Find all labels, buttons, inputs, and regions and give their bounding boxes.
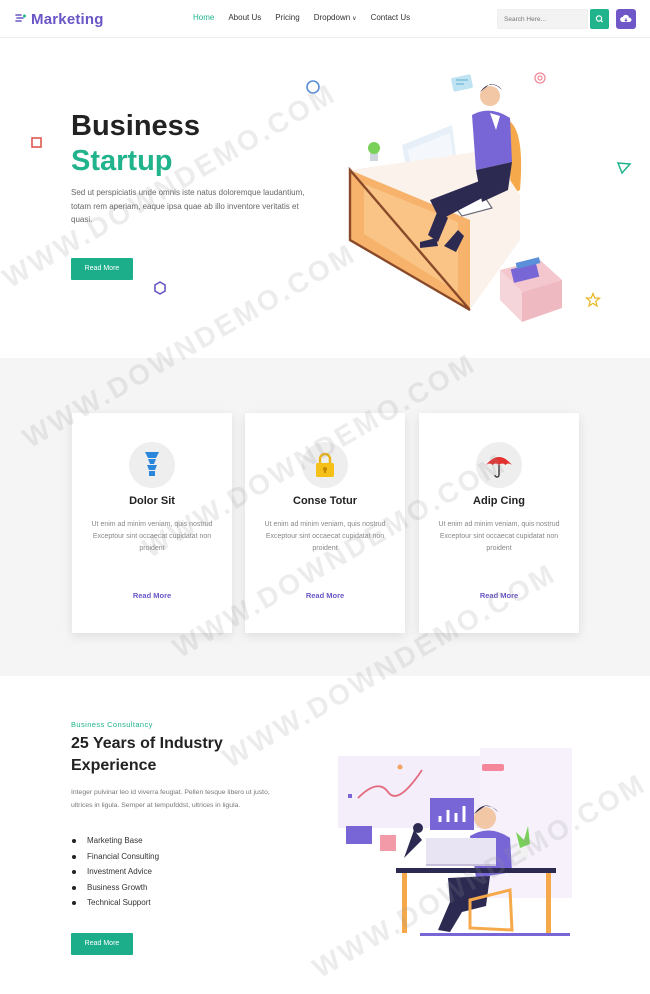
hero-title-line1: Business xyxy=(71,110,200,142)
feature-read-more-link[interactable]: Read More xyxy=(419,591,579,600)
hexagon-shape-icon xyxy=(154,281,166,295)
list-item: Marketing Base xyxy=(71,833,159,849)
cloud-icon xyxy=(620,14,632,22)
feature-card-3: Adip Cing Ut enim ad minim veniam, quis … xyxy=(419,413,579,633)
section-subtitle: Business Consultancy xyxy=(71,720,153,729)
feature-card-1: Dolor Sit Ut enim ad minim veniam, quis … xyxy=(72,413,232,633)
square-shape-icon xyxy=(31,137,42,148)
main-menu: Home About Us Pricing Dropdown ∨ Contact … xyxy=(193,13,424,22)
list-item: Investment Advice xyxy=(71,864,159,880)
menu-item-contact[interactable]: Contact Us xyxy=(371,13,411,22)
feature-title: Dolor Sit xyxy=(129,495,175,507)
lightbulb-icon xyxy=(145,452,159,476)
menu-item-pricing[interactable]: Pricing xyxy=(275,13,299,22)
menu-item-dropdown-label: Dropdown xyxy=(313,13,351,22)
section-title: 25 Years of Industry Experience xyxy=(71,735,223,774)
menu-item-about[interactable]: About Us xyxy=(228,13,261,22)
service-list: Marketing Base Financial Consulting Inve… xyxy=(71,833,159,911)
feature-text: Ut enim ad minim veniam, quis nostrud Ex… xyxy=(438,521,560,552)
feature-read-more-link[interactable]: Read More xyxy=(72,591,232,600)
feature-text: Ut enim ad minim veniam, quis nostrud Ex… xyxy=(91,521,213,552)
umbrella-icon xyxy=(486,457,512,478)
star-shape-icon xyxy=(585,292,601,308)
feature-text: Ut enim ad minim veniam, quis nostrud Ex… xyxy=(264,521,386,552)
logo-icon xyxy=(15,14,26,22)
circle-shape-icon xyxy=(306,80,320,94)
feature-title: Adip Cing xyxy=(473,495,525,507)
chevron-down-icon: ∨ xyxy=(352,16,357,22)
about-read-more-button[interactable]: Read More xyxy=(71,933,133,955)
about-text: Integer pulvinar leo id viverra feugiat.… xyxy=(71,789,270,809)
search-button[interactable] xyxy=(590,9,609,29)
hero-text: Sed ut perspiciatis unde omnis iste natu… xyxy=(71,188,305,224)
list-item: Business Growth xyxy=(71,880,159,896)
padlock-icon xyxy=(316,452,334,477)
cloud-download-button[interactable] xyxy=(616,9,636,29)
triangle-shape-icon xyxy=(616,162,632,175)
hero-title-line2: Startup xyxy=(71,145,173,177)
feature-read-more-link[interactable]: Read More xyxy=(245,591,405,600)
list-item: Financial Consulting xyxy=(71,849,159,865)
list-item: Technical Support xyxy=(71,895,159,911)
search-input[interactable]: Search Here... xyxy=(497,9,588,29)
menu-item-dropdown[interactable]: Dropdown ∨ xyxy=(314,13,357,22)
top-navbar: Marketing Home About Us Pricing Dropdown… xyxy=(0,0,650,38)
menu-item-home[interactable]: Home xyxy=(193,13,214,22)
feature-card-2: Conse Totur Ut enim ad minim veniam, qui… xyxy=(245,413,405,633)
search-icon xyxy=(595,15,604,23)
logo[interactable]: Marketing xyxy=(15,9,104,29)
about-illustration xyxy=(338,748,572,936)
hero-illustration xyxy=(348,74,562,322)
logo-text: Marketing xyxy=(31,10,104,28)
feature-title: Conse Totur xyxy=(293,495,357,507)
hero-read-more-button[interactable]: Read More xyxy=(71,258,133,280)
